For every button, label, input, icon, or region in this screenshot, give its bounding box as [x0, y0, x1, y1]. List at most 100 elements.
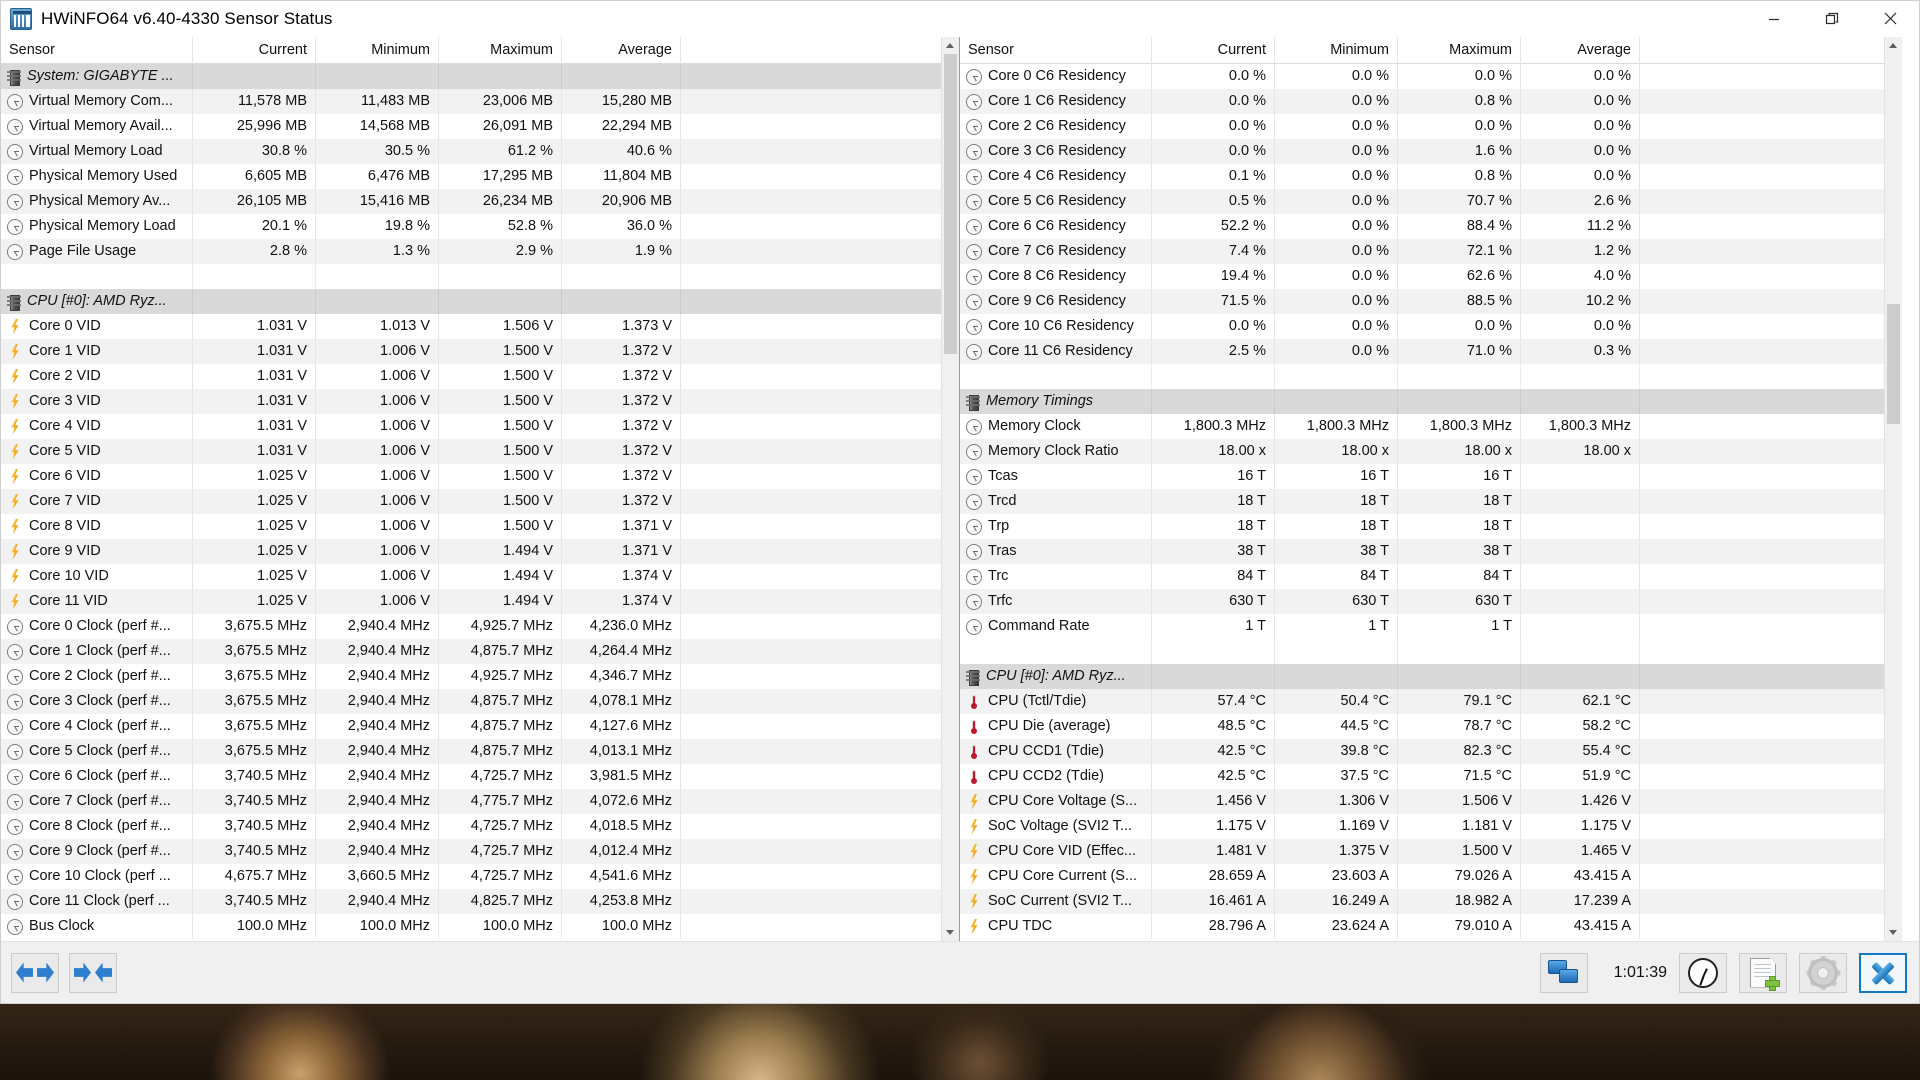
remote-monitoring-button[interactable]	[1539, 952, 1588, 993]
table-row[interactable]: Memory Clock 1,800.3 MHz 1,800.3 MHz 1,800.…	[960, 414, 1901, 439]
table-row[interactable]: Physical Memory Load 20.1 % 19.8 % 52.8 % 36…	[1, 214, 958, 239]
column-header-average-right[interactable]: Average	[1521, 37, 1640, 64]
table-row[interactable]: Physical Memory Used 6,605 MB 6,476 MB 17,2…	[1, 164, 958, 189]
table-row[interactable]: Core 3 Clock (perf #... 3,675.5 MHz 2,940.…	[1, 689, 958, 714]
table-row[interactable]: Virtual Memory Load 30.8 % 30.5 % 61.2 % 40.…	[1, 139, 958, 164]
table-row[interactable]: Virtual Memory Avail... 25,996 MB 14,568 M…	[1, 114, 958, 139]
sensor-group-row[interactable]: Memory Timings	[960, 389, 1901, 414]
table-row[interactable]: Core 9 VID 1.025 V 1.006 V 1.494 V 1.371 V	[1, 539, 958, 564]
table-row[interactable]: Core 6 VID 1.025 V 1.006 V 1.500 V 1.372 V	[1, 464, 958, 489]
table-row[interactable]: Core 6 Clock (perf #... 3,740.5 MHz 2,940.…	[1, 764, 958, 789]
table-row[interactable]: Core 0 C6 Residency 0.0 % 0.0 % 0.0 % 0.0 %	[960, 64, 1901, 89]
table-row[interactable]: Tras 38 T 38 T 38 T	[960, 539, 1901, 564]
gauge-icon	[7, 193, 23, 210]
table-row[interactable]: CPU CCD1 (Tdie) 42.5 °C 39.8 °C 82.3 °C 55.4…	[960, 739, 1901, 764]
table-row[interactable]: Core 6 C6 Residency 52.2 % 0.0 % 88.4 % 11.2…	[960, 214, 1901, 239]
column-header-current[interactable]: Current	[193, 37, 316, 64]
minimize-icon[interactable]	[1745, 0, 1803, 37]
table-row[interactable]: Core 1 Clock (perf #... 3,675.5 MHz 2,940.…	[1, 639, 958, 664]
table-row[interactable]: CPU Core VID (Effec... 1.481 V 1.375 V 1.50…	[960, 839, 1901, 864]
gauge-icon	[966, 243, 982, 260]
close-icon[interactable]	[1861, 0, 1919, 37]
table-row[interactable]: CPU Core Current (S... 28.659 A 23.603 A 79…	[960, 864, 1901, 889]
sensor-group-row[interactable]: CPU [#0]: AMD Ryz...	[960, 664, 1901, 689]
table-row[interactable]: Memory Clock Ratio 18.00 x 18.00 x 18.00 x1…	[960, 439, 1901, 464]
table-row[interactable]: Bus Clock 100.0 MHz 100.0 MHz 100.0 MHz 100.…	[1, 914, 958, 939]
table-row[interactable]: Physical Memory Av... 26,105 MB 15,416 MB 2…	[1, 189, 958, 214]
table-row[interactable]: Core 8 VID 1.025 V 1.006 V 1.500 V 1.371 V	[1, 514, 958, 539]
scrollbar-left[interactable]	[941, 37, 959, 941]
table-row[interactable]: Core 11 C6 Residency 2.5 % 0.0 % 71.0 % 0.3 …	[960, 339, 1901, 364]
table-row[interactable]: CPU CCD2 (Tdie) 42.5 °C 37.5 °C 71.5 °C 51.9…	[960, 764, 1901, 789]
column-header-minimum-right[interactable]: Minimum	[1275, 37, 1398, 64]
table-row[interactable]: Core 5 VID 1.031 V 1.006 V 1.500 V 1.372 V	[1, 439, 958, 464]
table-row[interactable]: Core 7 C6 Residency 7.4 % 0.0 % 72.1 % 1.2 %	[960, 239, 1901, 264]
scroll-up-icon[interactable]	[941, 37, 959, 54]
scroll-track-right[interactable]	[1884, 54, 1902, 924]
scroll-up-icon-right[interactable]	[1884, 37, 1902, 54]
sensor-value-minimum: 3,660.5 MHz	[316, 864, 439, 889]
table-row[interactable]: Core 1 C6 Residency 0.0 % 0.0 % 0.8 % 0.0 %	[960, 89, 1901, 114]
table-row[interactable]: Core 8 C6 Residency 19.4 % 0.0 % 62.6 % 4.0 …	[960, 264, 1901, 289]
close-sensors-button[interactable]	[1859, 952, 1907, 993]
table-row[interactable]: Core 7 Clock (perf #... 3,740.5 MHz 2,940.…	[1, 789, 958, 814]
column-header-maximum-right[interactable]: Maximum	[1398, 37, 1521, 64]
column-header-minimum[interactable]: Minimum	[316, 37, 439, 64]
table-row[interactable]: Core 0 VID 1.031 V 1.013 V 1.506 V 1.373 V	[1, 314, 958, 339]
table-row[interactable]: Core 1 VID 1.031 V 1.006 V 1.500 V 1.372 V	[1, 339, 958, 364]
table-row[interactable]: Core 9 Clock (perf #... 3,740.5 MHz 2,940.…	[1, 839, 958, 864]
column-header-current-right[interactable]: Current	[1152, 37, 1275, 64]
table-row[interactable]: Command Rate 1 T1 T1 T	[960, 614, 1901, 639]
scrollbar-right[interactable]	[1884, 37, 1902, 941]
table-row[interactable]: Core 9 C6 Residency 71.5 % 0.0 % 88.5 % 10.2…	[960, 289, 1901, 314]
table-row[interactable]: CPU TDC 28.796 A 23.624 A 79.010 A 43.415 A	[960, 914, 1901, 939]
table-row[interactable]: Core 0 Clock (perf #... 3,675.5 MHz 2,940.…	[1, 614, 958, 639]
table-row[interactable]: Core 11 VID 1.025 V 1.006 V 1.494 V 1.374 V	[1, 589, 958, 614]
scroll-thumb[interactable]	[943, 54, 957, 354]
table-row[interactable]: Core 3 VID 1.031 V 1.006 V 1.500 V 1.372 V	[1, 389, 958, 414]
table-row[interactable]: Core 4 C6 Residency 0.1 % 0.0 % 0.8 % 0.0 %	[960, 164, 1901, 189]
column-header-sensor-right[interactable]: Sensor	[960, 37, 1152, 64]
table-row[interactable]: Core 2 Clock (perf #... 3,675.5 MHz 2,940.…	[1, 664, 958, 689]
table-row[interactable]: CPU Die (average) 48.5 °C 44.5 °C 78.7 °C 58…	[960, 714, 1901, 739]
table-row[interactable]: Core 3 C6 Residency 0.0 % 0.0 % 1.6 % 0.0 %	[960, 139, 1901, 164]
table-row[interactable]: Trp 18 T 18 T 18 T	[960, 514, 1901, 539]
table-row[interactable]: Core 10 Clock (perf ... 4,675.7 MHz 3,660.…	[1, 864, 958, 889]
table-row[interactable]: CPU Core Voltage (S... 1.456 V 1.306 V 1.50…	[960, 789, 1901, 814]
next-sensors-button[interactable]	[69, 952, 117, 993]
maximize-icon[interactable]	[1803, 0, 1861, 37]
table-row[interactable]: Core 8 Clock (perf #... 3,740.5 MHz 2,940.…	[1, 814, 958, 839]
table-row[interactable]: Core 5 Clock (perf #... 3,675.5 MHz 2,940.…	[1, 739, 958, 764]
prev-sensors-button[interactable]	[11, 952, 59, 993]
table-row[interactable]: Core 2 C6 Residency 0.0 % 0.0 % 0.0 % 0.0 %	[960, 114, 1901, 139]
table-row[interactable]: Virtual Memory Com... 11,578 MB 11,483 MB 2…	[1, 89, 958, 114]
table-row[interactable]: Trcd 18 T 18 T 18 T	[960, 489, 1901, 514]
scroll-thumb-right[interactable]	[1886, 304, 1900, 424]
table-row[interactable]: Trfc 630 T 630 T 630 T	[960, 589, 1901, 614]
table-row[interactable]: Core 10 VID 1.025 V 1.006 V 1.494 V 1.374 V	[1, 564, 958, 589]
polling-period-button[interactable]	[1679, 952, 1727, 993]
create-report-button[interactable]	[1739, 952, 1787, 993]
table-row[interactable]: Core 5 C6 Residency 0.5 % 0.0 % 70.7 % 2.6 %	[960, 189, 1901, 214]
settings-button[interactable]	[1799, 952, 1847, 993]
table-row[interactable]: Tcas 16 T 16 T 16 T	[960, 464, 1901, 489]
column-header-average[interactable]: Average	[562, 37, 681, 64]
table-row[interactable]: Core 2 VID 1.031 V 1.006 V 1.500 V 1.372 V	[1, 364, 958, 389]
column-header-sensor[interactable]: Sensor	[1, 37, 193, 64]
table-row[interactable]: Core 7 VID 1.025 V 1.006 V 1.500 V 1.372 V	[1, 489, 958, 514]
table-row[interactable]: Core 4 Clock (perf #... 3,675.5 MHz 2,940.…	[1, 714, 958, 739]
table-row[interactable]: Page File Usage 2.8 % 1.3 % 2.9 % 1.9 %	[1, 239, 958, 264]
scroll-down-icon[interactable]	[941, 924, 959, 941]
table-row[interactable]: CPU (Tctl/Tdie) 57.4 °C 50.4 °C 79.1 °C 62.1…	[960, 689, 1901, 714]
sensor-group-row[interactable]: System: GIGABYTE ...	[1, 64, 958, 89]
sensor-group-row[interactable]: CPU [#0]: AMD Ryz...	[1, 289, 958, 314]
table-row[interactable]: Core 10 C6 Residency 0.0 % 0.0 % 0.0 % 0.0 %	[960, 314, 1901, 339]
table-row[interactable]: SoC Current (SVI2 T... 16.461 A 16.249 A 18…	[960, 889, 1901, 914]
table-row[interactable]: Core 11 Clock (perf ... 3,740.5 MHz 2,940.…	[1, 889, 958, 914]
scroll-track[interactable]	[941, 54, 959, 924]
table-row[interactable]: SoC Voltage (SVI2 T... 1.175 V 1.169 V 1.18…	[960, 814, 1901, 839]
column-header-maximum[interactable]: Maximum	[439, 37, 562, 64]
table-row[interactable]: Trc 84 T 84 T 84 T	[960, 564, 1901, 589]
table-row[interactable]: Core 4 VID 1.031 V 1.006 V 1.500 V 1.372 V	[1, 414, 958, 439]
scroll-down-icon-right[interactable]	[1884, 924, 1902, 941]
